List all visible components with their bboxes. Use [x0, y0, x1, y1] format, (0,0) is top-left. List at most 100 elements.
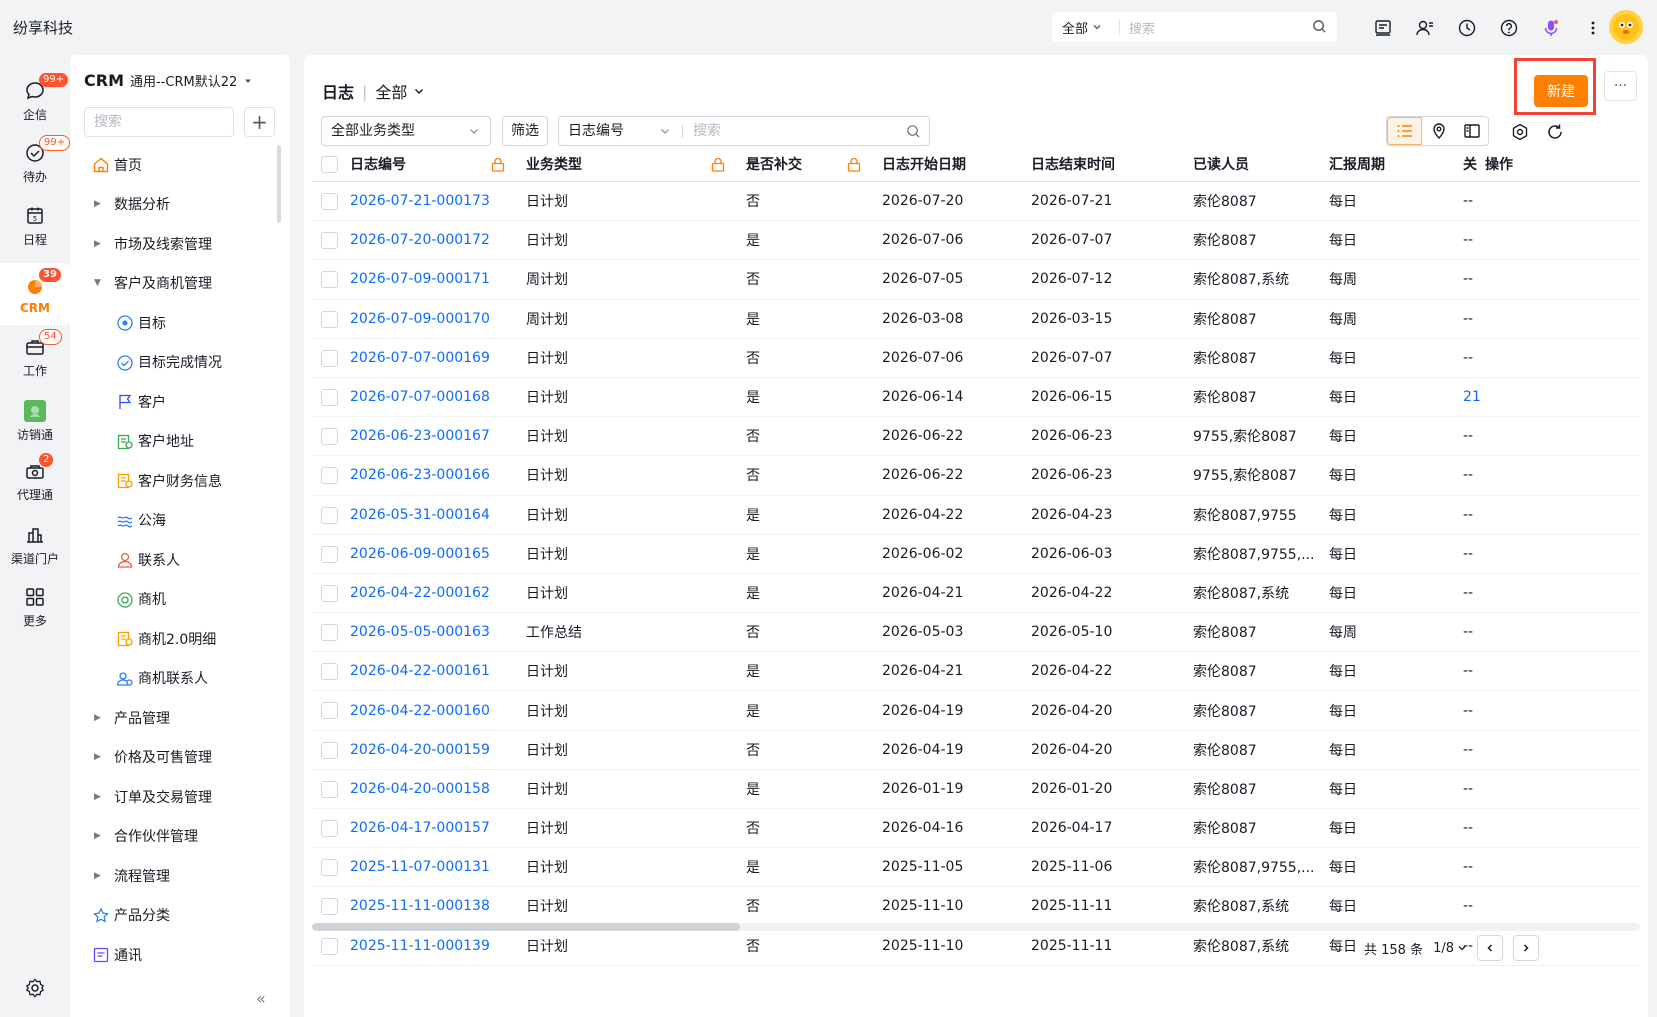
- search-input[interactable]: 搜索: [1120, 18, 1337, 37]
- row-checkbox[interactable]: [321, 428, 338, 446]
- log-number-link[interactable]: 2026-05-05-000163: [350, 624, 490, 640]
- column-header[interactable]: 日志编号: [350, 154, 406, 174]
- table-row[interactable]: 2025-11-11-000138 日计划 否 2025-11-10 2025-11-1…: [312, 887, 1640, 927]
- table-row[interactable]: 2026-07-07-000169 日计划 否 2026-07-06 2026-07-0…: [312, 339, 1640, 378]
- column-header[interactable]: 业务类型: [526, 154, 582, 174]
- row-checkbox[interactable]: [321, 859, 338, 877]
- refresh-icon[interactable]: [1546, 123, 1564, 145]
- nav-item-calendar[interactable]: 5 日程: [0, 195, 70, 257]
- column-header[interactable]: 日志开始日期: [882, 154, 966, 174]
- row-checkbox[interactable]: [321, 232, 338, 250]
- microphone-icon[interactable]: [1530, 14, 1572, 42]
- table-row[interactable]: 2025-11-07-000131 日计划 是 2025-11-05 2025-11-0…: [312, 848, 1640, 888]
- list-search-input[interactable]: 搜索: [693, 117, 721, 145]
- nav-item-todo[interactable]: 99+ 待办: [0, 132, 71, 194]
- next-page-button[interactable]: [1513, 935, 1539, 961]
- sidebar-item-customer[interactable]: 客户: [70, 382, 275, 422]
- report-icon[interactable]: [1362, 14, 1404, 42]
- sidebar-item-opportunity-detail[interactable]: 商机2.0明细: [70, 619, 275, 659]
- split-view-icon[interactable]: [1455, 117, 1488, 145]
- horizontal-scrollbar[interactable]: [312, 923, 1640, 931]
- column-header[interactable]: 日志结束时间: [1031, 154, 1115, 174]
- log-number-link[interactable]: 2025-11-11-000139: [350, 938, 490, 954]
- sidebar-item-opportunity-contacts[interactable]: 商机联系人: [70, 659, 275, 699]
- table-row[interactable]: 2026-06-09-000165 日计划 是 2026-06-02 2026-06-0…: [312, 535, 1640, 574]
- table-row[interactable]: 2026-05-05-000163 工作总结 否 2026-05-03 2026-05-…: [312, 613, 1640, 653]
- column-header[interactable]: 是否补交: [746, 154, 802, 174]
- row-checkbox[interactable]: [321, 780, 338, 798]
- more-actions-button[interactable]: ···: [1604, 71, 1637, 101]
- table-row[interactable]: 2026-04-22-000162 日计划 是 2026-04-21 2026-04-2…: [312, 574, 1640, 614]
- table-row[interactable]: 2026-07-09-000171 周计划 否 2026-07-05 2026-07-1…: [312, 260, 1640, 300]
- row-checkbox[interactable]: [321, 937, 338, 955]
- sidebar-item-contacts[interactable]: 联系人: [70, 540, 275, 580]
- table-row[interactable]: 2026-07-21-000173 日计划 否 2026-07-20 2026-07-2…: [312, 182, 1640, 222]
- sidebar-item-target-progress[interactable]: 目标完成情况: [70, 343, 275, 383]
- table-row[interactable]: 2026-04-17-000157 日计划 否 2026-04-16 2026-04-1…: [312, 809, 1640, 849]
- avatar[interactable]: [1609, 10, 1643, 44]
- log-number-link[interactable]: 2026-06-09-000165: [350, 546, 490, 562]
- sidebar-search-input[interactable]: 搜索: [84, 107, 234, 137]
- row-checkbox[interactable]: [321, 741, 338, 759]
- sidebar-item-customers-opps[interactable]: ▼ 客户及商机管理: [70, 264, 275, 304]
- collapse-sidebar-icon[interactable]: «: [256, 989, 266, 1008]
- nav-item-visit[interactable]: 访销通: [0, 390, 70, 452]
- map-view-icon[interactable]: [1422, 117, 1455, 145]
- log-number-link[interactable]: 2026-06-23-000167: [350, 428, 490, 444]
- log-number-link[interactable]: 2026-07-07-000168: [350, 389, 490, 405]
- sidebar-item-orders[interactable]: ▶ 订单及交易管理: [70, 777, 275, 817]
- page-select[interactable]: 1/8: [1433, 941, 1467, 956]
- log-number-link[interactable]: 2026-04-22-000162: [350, 585, 490, 601]
- new-button[interactable]: 新建: [1534, 75, 1588, 107]
- row-checkbox[interactable]: [321, 702, 338, 720]
- log-number-link[interactable]: 2025-11-07-000131: [350, 859, 490, 875]
- sidebar-item-product-category[interactable]: 产品分类: [70, 896, 275, 936]
- sidebar-item-opportunity[interactable]: 商机: [70, 580, 275, 620]
- row-checkbox[interactable]: [321, 820, 338, 837]
- row-checkbox[interactable]: [321, 584, 338, 602]
- log-number-link[interactable]: 2026-04-22-000160: [350, 703, 490, 719]
- nav-item-crm[interactable]: 39 CRM: [0, 263, 70, 325]
- contacts-icon[interactable]: [1404, 14, 1446, 42]
- table-row[interactable]: 2026-06-23-000167 日计划 否 2026-06-22 2026-06-2…: [312, 417, 1640, 457]
- log-number-link[interactable]: 2026-07-09-000170: [350, 311, 490, 327]
- nav-item-portal[interactable]: 渠道门户: [0, 514, 70, 576]
- column-header[interactable]: 汇报周期: [1329, 154, 1385, 174]
- sidebar-item-public-pool[interactable]: 公海: [70, 501, 275, 541]
- nav-item-work[interactable]: 54 工作: [0, 326, 70, 388]
- sidebar-item-target[interactable]: 目标: [70, 303, 275, 343]
- scope-select[interactable]: 全部: [375, 79, 425, 103]
- search-icon[interactable]: [1312, 19, 1327, 34]
- app-switcher[interactable]: CRM 通用--CRM默认22: [84, 71, 253, 90]
- sidebar-item-process[interactable]: ▶ 流程管理: [70, 856, 275, 896]
- scrollbar-thumb[interactable]: [312, 923, 740, 931]
- sidebar-item-pricing[interactable]: ▶ 价格及可售管理: [70, 738, 275, 778]
- global-search[interactable]: 全部 搜索: [1052, 12, 1337, 42]
- field-search[interactable]: 日志编号 搜索: [558, 116, 930, 146]
- settings-icon[interactable]: [24, 977, 46, 1003]
- table-row[interactable]: 2026-07-09-000170 周计划 是 2026-03-08 2026-03-1…: [312, 300, 1640, 339]
- table-row[interactable]: 2026-07-07-000168 日计划 是 2026-06-14 2026-06-1…: [312, 378, 1640, 418]
- row-checkbox[interactable]: [321, 193, 338, 210]
- table-row[interactable]: 2026-07-20-000172 日计划 是 2026-07-06 2026-07-0…: [312, 221, 1640, 261]
- table-row[interactable]: 2026-04-20-000158 日计划 是 2026-01-19 2026-01-2…: [312, 770, 1640, 809]
- prev-page-button[interactable]: [1477, 935, 1503, 961]
- log-number-link[interactable]: 2025-11-11-000138: [350, 898, 490, 914]
- sidebar-item-home[interactable]: 首页: [70, 145, 275, 185]
- nav-item-more[interactable]: 更多: [0, 576, 70, 638]
- row-checkbox[interactable]: [321, 898, 338, 916]
- nav-item-messenger[interactable]: 99+ 企信: [0, 70, 70, 132]
- column-header[interactable]: 操作: [1485, 154, 1513, 174]
- table-row[interactable]: 2026-04-22-000161 日计划 是 2026-04-21 2026-04-2…: [312, 652, 1640, 692]
- table-row[interactable]: 2026-04-20-000159 日计划 否 2026-04-19 2026-04-2…: [312, 731, 1640, 770]
- filter-button[interactable]: 筛选: [502, 116, 548, 146]
- log-number-link[interactable]: 2026-07-07-000169: [350, 350, 490, 366]
- row-checkbox[interactable]: [321, 545, 338, 563]
- clock-icon[interactable]: [1446, 14, 1488, 42]
- row-checkbox[interactable]: [321, 349, 338, 367]
- sidebar-item-customer-finance[interactable]: 客户财务信息: [70, 461, 275, 501]
- help-icon[interactable]: [1488, 14, 1530, 42]
- sidebar-item-customer-address[interactable]: 客户地址: [70, 422, 275, 462]
- sidebar-item-partners[interactable]: ▶ 合作伙伴管理: [70, 817, 275, 857]
- list-view-icon[interactable]: [1387, 117, 1422, 145]
